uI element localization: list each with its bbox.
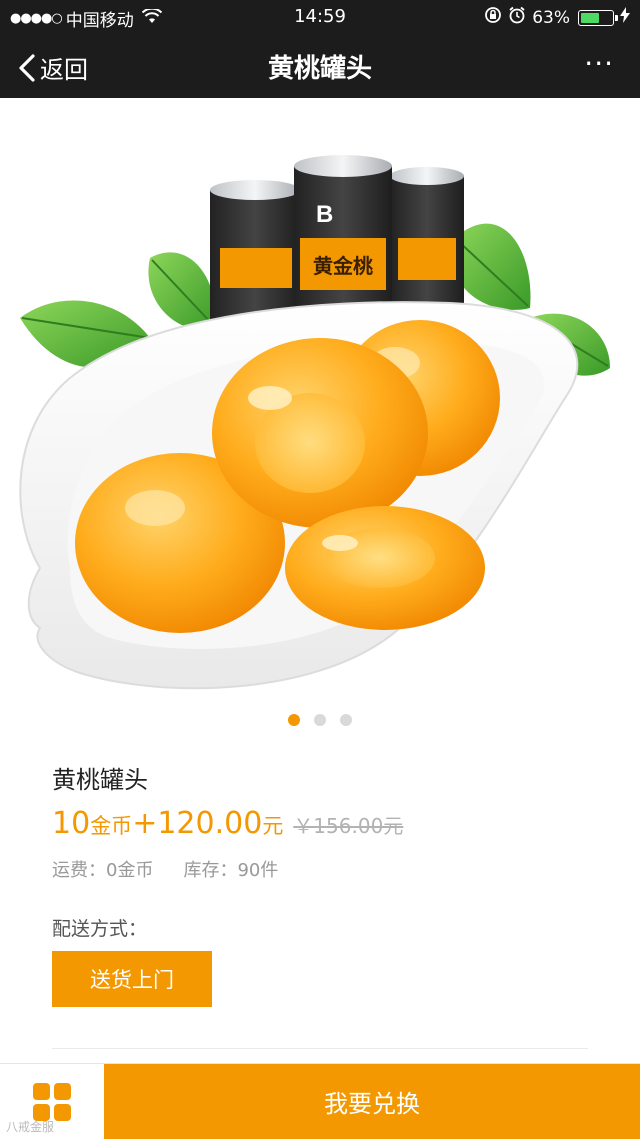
shipping-fee: 运费：0金币 [52, 860, 154, 881]
watermark-text: 八戒金服 [6, 1120, 55, 1134]
delivery-method-label: 配送方式： [52, 918, 148, 940]
divider [52, 1048, 588, 1049]
delivery-option-button[interactable]: 送货上门 [52, 951, 212, 1007]
charging-icon [620, 7, 630, 28]
can-label-text: 黄金桃 [313, 254, 373, 278]
battery-percent: 63% [532, 7, 570, 28]
carousel-indicator [0, 714, 640, 726]
price-plus: + [132, 806, 158, 841]
can-brand-text: B [316, 201, 333, 228]
product-image: B 黄金桃 [19, 155, 610, 690]
coin-price: 10 [52, 806, 91, 841]
page-title: 黄桃罐头 [267, 54, 372, 84]
carousel-dot[interactable] [288, 714, 300, 726]
carousel-dot[interactable] [314, 714, 326, 726]
bottom-action-bar: 我要兑换 八戒金服 [0, 1063, 640, 1139]
alarm-icon [508, 6, 526, 29]
battery-icon [578, 9, 618, 26]
cash-unit: 元 [262, 814, 284, 838]
product-meta: 运费：0金币 库存：90件 [52, 856, 278, 882]
exchange-button[interactable]: 我要兑换 [104, 1064, 640, 1139]
price-row: 10 金币 + 120.00 元 ￥156.00元 [52, 806, 403, 841]
product-image-carousel[interactable]: B 黄金桃 [0, 98, 640, 698]
product-name: 黄桃罐头 [52, 766, 148, 794]
status-bar: ●●●●○ 中国移动 14:59 63% [0, 0, 640, 32]
rotation-lock-icon [484, 6, 502, 29]
grid-icon [33, 1082, 71, 1121]
carousel-dot[interactable] [340, 714, 352, 726]
more-menu-icon[interactable]: ··· [584, 50, 614, 78]
cash-price: 120.00 [157, 806, 263, 841]
stock-count: 库存：90件 [183, 860, 279, 881]
top-bar: ●●●●○ 中国移动 14:59 63% 返回 黄桃罐头 ··· [0, 0, 640, 98]
original-price: ￥156.00元 [293, 814, 404, 838]
nav-bar: 返回 黄桃罐头 ··· [0, 32, 640, 98]
coin-unit: 金币 [90, 814, 133, 838]
